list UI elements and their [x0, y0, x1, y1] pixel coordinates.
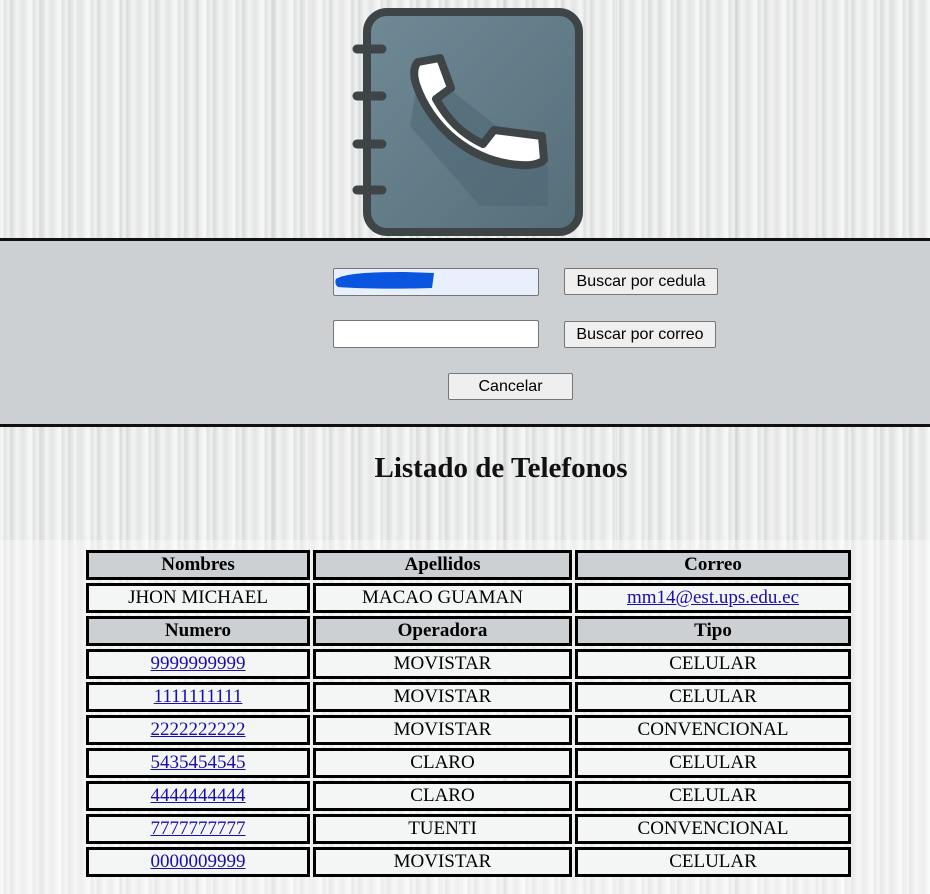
cell-numero: 0000009999	[86, 847, 310, 877]
cell-operadora: MOVISTAR	[313, 847, 572, 877]
cell-operadora: CLARO	[313, 748, 572, 778]
header-operadora: Operadora	[313, 616, 572, 646]
cell-apellidos: MACAO GUAMAN	[313, 583, 572, 613]
cell-numero: 5435454545	[86, 748, 310, 778]
cell-operadora: MOVISTAR	[313, 649, 572, 679]
cell-numero: 4444444444	[86, 781, 310, 811]
cancelar-button[interactable]: Cancelar	[448, 373, 573, 400]
contact-row: JHON MICHAEL MACAO GUAMAN mm14@est.ups.e…	[86, 583, 851, 613]
table-row: 5435454545 CLARO CELULAR	[86, 748, 851, 778]
header-correo: Correo	[575, 550, 851, 580]
buscar-cedula-button[interactable]: Buscar por cedula	[564, 268, 718, 295]
buscar-correo-button[interactable]: Buscar por correo	[564, 321, 716, 348]
cell-tipo: CONVENCIONAL	[575, 814, 851, 844]
cell-operadora: TUENTI	[313, 814, 572, 844]
phonebook-icon	[352, 8, 583, 236]
numero-link[interactable]: 5435454545	[151, 752, 246, 773]
table-row: 1111111111 MOVISTAR CELULAR	[86, 682, 851, 712]
table-row: 4444444444 CLARO CELULAR	[86, 781, 851, 811]
table-row: 9999999999 MOVISTAR CELULAR	[86, 649, 851, 679]
correo-link[interactable]: mm14@est.ups.edu.ec	[627, 587, 799, 608]
cell-tipo: CELULAR	[575, 847, 851, 877]
phones-header-row: Numero Operadora Tipo	[86, 616, 851, 646]
header-apellidos: Apellidos	[313, 550, 572, 580]
cell-correo: mm14@est.ups.edu.ec	[575, 583, 851, 613]
search-panel: Buscar por cedula Buscar por correo Canc…	[0, 238, 930, 427]
cell-tipo: CONVENCIONAL	[575, 715, 851, 745]
numero-link[interactable]: 2222222222	[151, 719, 246, 740]
cell-numero: 1111111111	[86, 682, 310, 712]
cell-tipo: CELULAR	[575, 781, 851, 811]
numero-link[interactable]: 9999999999	[151, 653, 246, 674]
contact-header-row: Nombres Apellidos Correo	[86, 550, 851, 580]
table-row: 7777777777 TUENTI CONVENCIONAL	[86, 814, 851, 844]
cell-numero: 9999999999	[86, 649, 310, 679]
cell-numero: 7777777777	[86, 814, 310, 844]
cell-numero: 2222222222	[86, 715, 310, 745]
cell-nombres: JHON MICHAEL	[86, 583, 310, 613]
header-numero: Numero	[86, 616, 310, 646]
phone-table: Nombres Apellidos Correo JHON MICHAEL MA…	[83, 547, 854, 880]
header-tipo: Tipo	[575, 616, 851, 646]
cell-operadora: MOVISTAR	[313, 682, 572, 712]
phonebook-logo	[350, 6, 586, 238]
cell-tipo: CELULAR	[575, 748, 851, 778]
numero-link[interactable]: 0000009999	[151, 851, 246, 872]
table-row: 0000009999 MOVISTAR CELULAR	[86, 847, 851, 877]
numero-link[interactable]: 1111111111	[154, 686, 243, 707]
numero-link[interactable]: 7777777777	[151, 818, 246, 839]
cell-operadora: CLARO	[313, 781, 572, 811]
cell-operadora: MOVISTAR	[313, 715, 572, 745]
table-row: 2222222222 MOVISTAR CONVENCIONAL	[86, 715, 851, 745]
cell-tipo: CELULAR	[575, 649, 851, 679]
correo-input[interactable]	[333, 320, 539, 348]
redaction-mark	[335, 272, 434, 289]
page-title: Listado de Telefonos	[374, 452, 628, 484]
numero-link[interactable]: 4444444444	[151, 785, 246, 806]
header-nombres: Nombres	[86, 550, 310, 580]
cell-tipo: CELULAR	[575, 682, 851, 712]
